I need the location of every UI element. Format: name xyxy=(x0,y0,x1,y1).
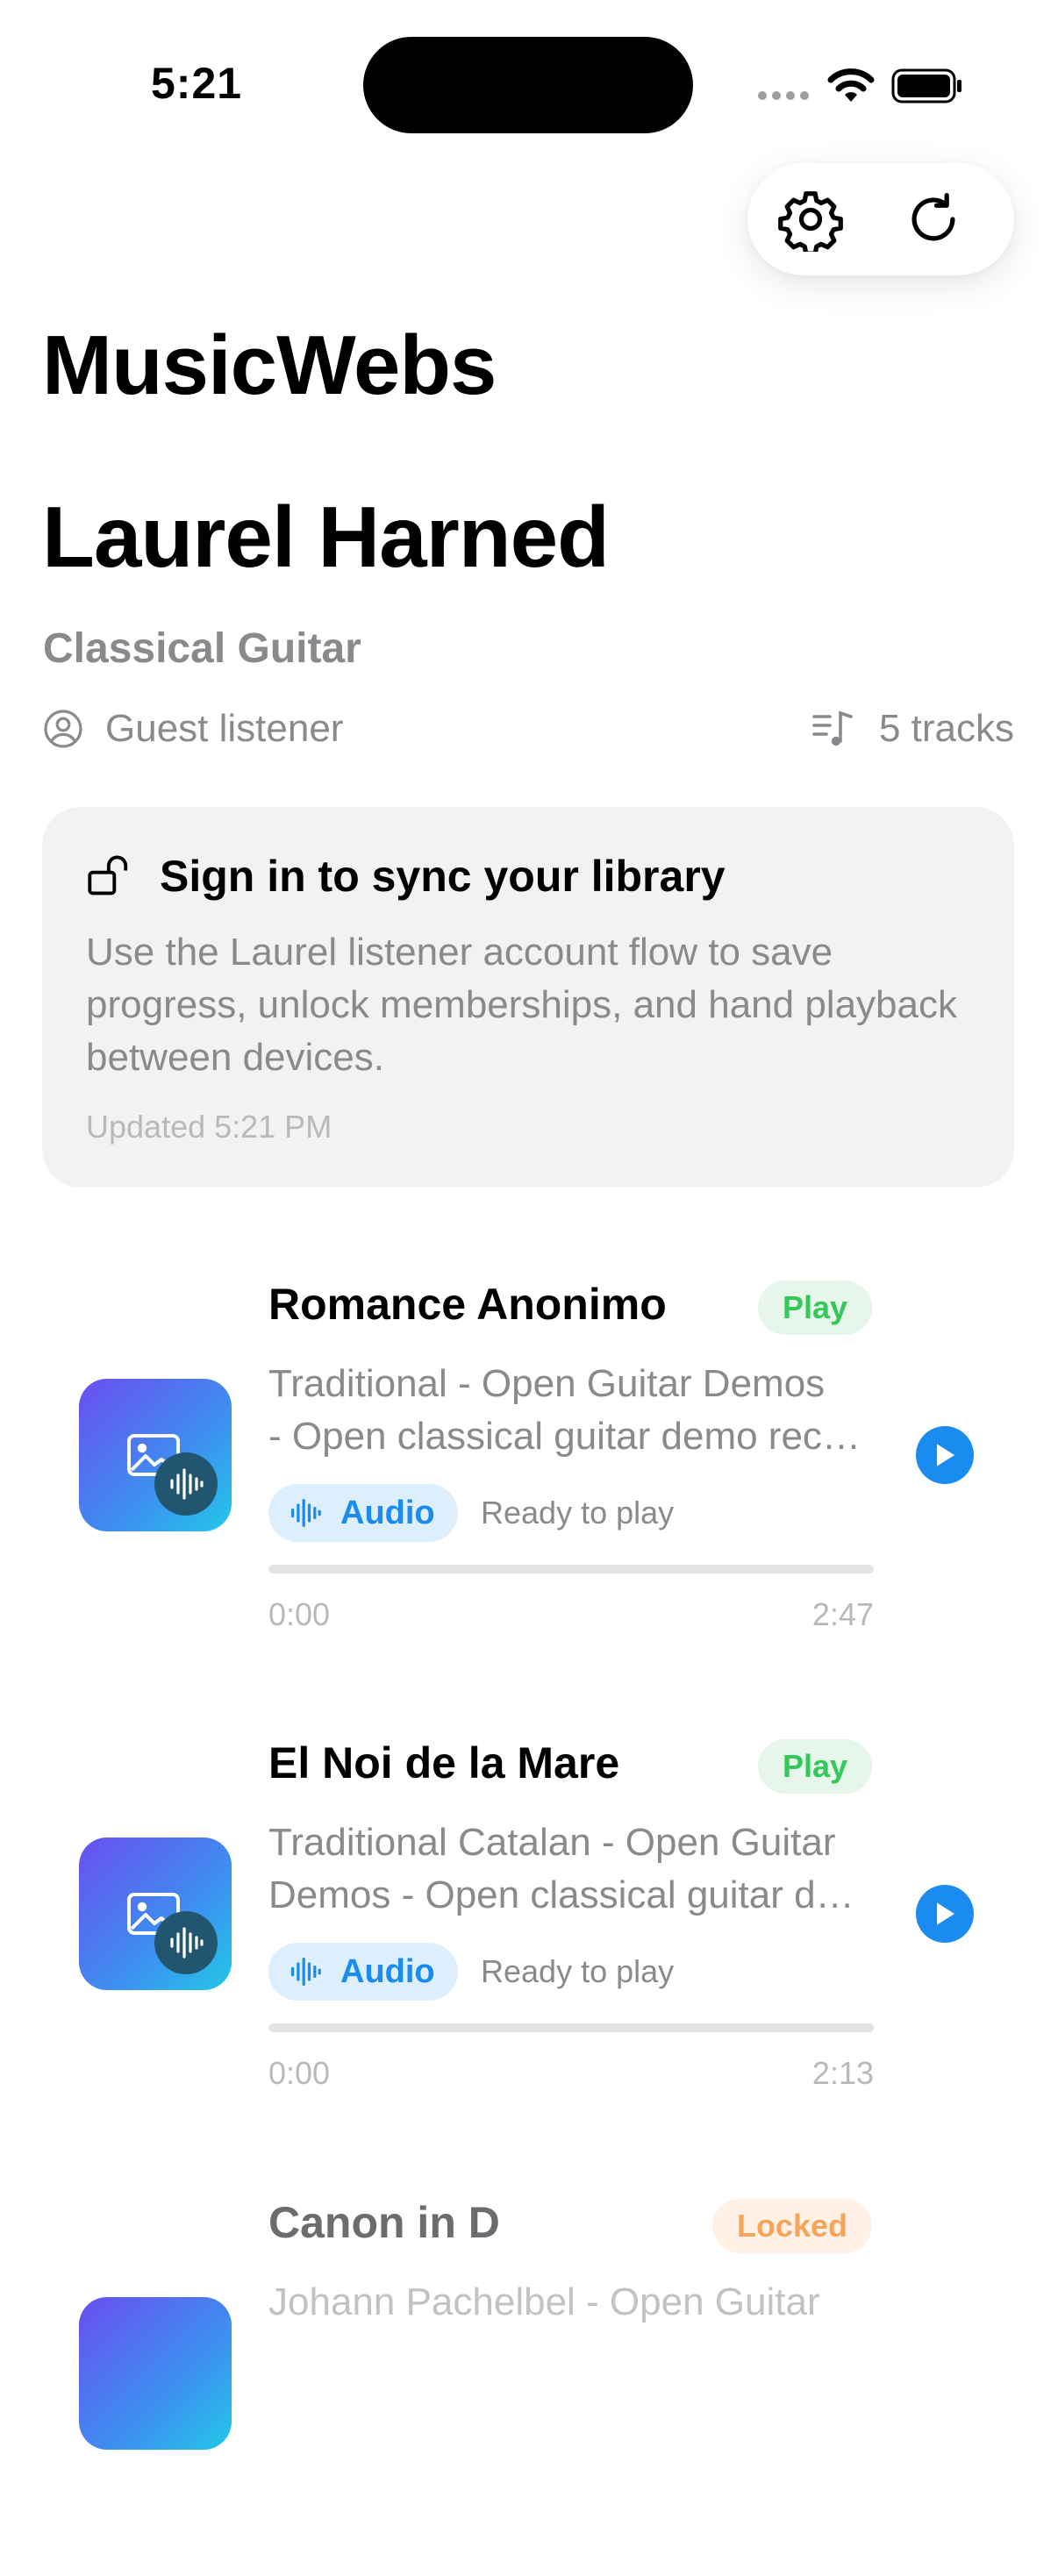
signin-title: Sign in to sync your library xyxy=(160,852,726,901)
elapsed-time: 0:00 xyxy=(268,1596,331,1632)
refresh-button[interactable] xyxy=(898,184,969,254)
artist-name: Laurel Harned xyxy=(42,489,610,585)
elapsed-time: 0:00 xyxy=(268,2055,331,2091)
music-list-icon xyxy=(812,710,853,746)
track-description-line: Demos - Open classical guitar demo recor… xyxy=(268,1873,874,1916)
play-button[interactable] xyxy=(916,1426,974,1484)
audio-label: Audio xyxy=(340,1494,435,1531)
signin-heading: Sign in to sync your library xyxy=(86,851,726,902)
playback-status: Ready to play xyxy=(481,1495,675,1531)
track-row[interactable]: Canon in D Locked Johann Pachelbel - Ope… xyxy=(0,2173,1058,2576)
battery-icon xyxy=(891,68,963,108)
duration: 2:47 xyxy=(811,1596,874,1632)
track-artwork xyxy=(79,1379,232,1531)
waveform-badge-icon xyxy=(154,1911,218,1974)
artist-meta-row: Guest listener 5 tracks xyxy=(42,707,1014,760)
person-circle-icon xyxy=(44,710,82,748)
track-title: Romance Anonimo xyxy=(268,1280,667,1329)
unlock-icon xyxy=(88,855,128,896)
audio-label: Audio xyxy=(340,1952,435,1990)
artist-genre: Classical Guitar xyxy=(43,625,361,672)
updated-timestamp: Updated 5:21 PM xyxy=(86,1109,332,1145)
playback-status: Ready to play xyxy=(481,1953,675,1989)
audio-type-pill: Audio xyxy=(268,1484,458,1542)
track-title: El Noi de la Mare xyxy=(268,1738,620,1788)
top-toolbar xyxy=(747,163,1014,275)
track-description-line: Johann Pachelbel - Open Guitar xyxy=(268,2280,820,2323)
track-count: 5 tracks xyxy=(811,707,1014,751)
listener-status: Guest listener xyxy=(42,707,343,751)
dynamic-island xyxy=(363,37,693,133)
wifi-icon xyxy=(826,67,876,110)
audio-type-pill: Audio xyxy=(268,1943,458,2001)
track-count-label: 5 tracks xyxy=(878,707,1014,750)
track-description-line: - Open classical guitar demo recording xyxy=(268,1415,874,1458)
track-description: Johann Pachelbel - Open Guitar xyxy=(268,2276,874,2329)
track-description: Traditional - Open Guitar Demos - Open c… xyxy=(268,1358,874,1463)
waveform-icon xyxy=(290,1498,321,1528)
waveform-badge-icon xyxy=(154,1452,218,1516)
track-description-line: Traditional - Open Guitar Demos xyxy=(268,1362,826,1405)
track-description-line: Traditional Catalan - Open Guitar xyxy=(268,1821,836,1864)
settings-button[interactable] xyxy=(776,184,846,254)
track-row[interactable]: El Noi de la Mare Play Traditional Catal… xyxy=(0,1713,1058,2116)
track-title: Canon in D xyxy=(268,2198,500,2247)
play-status-badge: Play xyxy=(757,1739,872,1794)
playback-progress[interactable] xyxy=(268,1565,874,1573)
signin-description: Use the Laurel listener account flow to … xyxy=(86,931,957,1079)
duration: 2:13 xyxy=(811,2055,874,2091)
playback-progress[interactable] xyxy=(268,2023,874,2032)
track-row[interactable]: Romance Anonimo Play Traditional - Open … xyxy=(0,1254,1058,1658)
waveform-icon xyxy=(290,1957,321,1987)
app-title: MusicWebs xyxy=(42,318,497,412)
cellular-signal-icon xyxy=(758,91,809,100)
play-icon xyxy=(937,1902,954,1925)
refresh-icon xyxy=(911,192,955,241)
play-icon xyxy=(937,1444,954,1466)
track-artwork xyxy=(79,1837,232,1990)
track-artwork xyxy=(79,2297,232,2450)
listener-label: Guest listener xyxy=(105,707,344,750)
play-status-badge: Play xyxy=(757,1281,872,1335)
gear-icon xyxy=(778,191,843,252)
status-time: 5:21 xyxy=(151,59,243,108)
signin-card[interactable]: Sign in to sync your library Use the Lau… xyxy=(42,807,1014,1188)
track-description: Traditional Catalan - Open Guitar Demos … xyxy=(268,1816,874,1922)
play-button[interactable] xyxy=(916,1885,974,1943)
locked-status-badge: Locked xyxy=(711,2199,872,2253)
